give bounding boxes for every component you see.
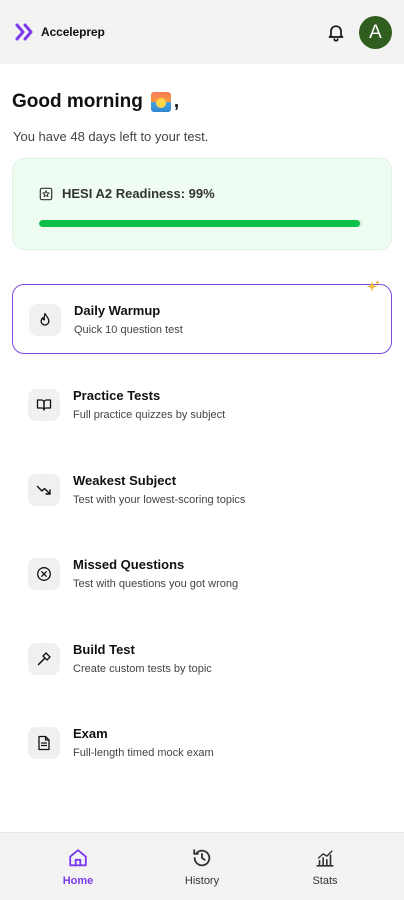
avatar[interactable]: A xyxy=(359,16,392,49)
sunrise-icon xyxy=(150,92,171,112)
menu-icon-box xyxy=(28,727,60,759)
nav-label: Stats xyxy=(312,875,338,887)
menu-subtitle: Create custom tests by topic xyxy=(73,663,212,675)
nav-history[interactable]: History xyxy=(162,847,242,887)
bottom-nav: Home History Stats xyxy=(0,832,404,900)
menu-icon-box xyxy=(28,474,60,506)
menu-title: Missed Questions xyxy=(73,557,185,572)
menu-icon-box xyxy=(29,304,61,336)
days-left-text: You have 48 days left to your test. xyxy=(13,129,209,144)
menu-subtitle: Quick 10 question test xyxy=(74,324,183,336)
document-icon xyxy=(38,735,50,751)
menu-icon-box xyxy=(28,643,60,675)
menu-title: Practice Tests xyxy=(73,388,161,403)
menu-title: Build Test xyxy=(73,642,135,657)
menu-item-weakest-subject[interactable]: Weakest Subject Test with your lowest-sc… xyxy=(12,455,392,525)
sparkle-icon xyxy=(366,280,380,292)
menu-subtitle: Full-length timed mock exam xyxy=(73,747,214,759)
nav-label: History xyxy=(184,875,220,887)
book-open-icon xyxy=(36,399,52,411)
menu-subtitle: Test with your lowest-scoring topics xyxy=(73,494,246,506)
menu-title: Exam xyxy=(73,726,108,741)
readiness-header: HESI A2 Readiness: 99% xyxy=(39,186,215,201)
readiness-progress-fill xyxy=(39,220,360,227)
bell-icon[interactable] xyxy=(326,22,346,42)
menu-item-practice-tests[interactable]: Practice Tests Full practice quizzes by … xyxy=(12,370,392,440)
menu-item-build-test[interactable]: Build Test Create custom tests by topic xyxy=(12,624,392,694)
readiness-card: HESI A2 Readiness: 99% xyxy=(12,158,392,250)
menu-item-exam[interactable]: Exam Full-length timed mock exam xyxy=(12,708,392,778)
menu-item-missed-questions[interactable]: Missed Questions Test with questions you… xyxy=(12,539,392,609)
nav-home[interactable]: Home xyxy=(38,847,118,887)
menu-subtitle: Full practice quizzes by subject xyxy=(73,409,226,421)
greeting-heading: Good morning , xyxy=(12,91,179,113)
x-circle-icon xyxy=(37,567,51,581)
menu-title: Weakest Subject xyxy=(73,473,177,488)
readiness-progress-bar xyxy=(39,220,363,227)
app-screen: Acceleprep A Good morning , You have 48 … xyxy=(0,0,404,900)
menu-title: Daily Warmup xyxy=(74,303,161,318)
menu-item-daily-warmup[interactable]: Daily Warmup Quick 10 question test xyxy=(12,284,392,354)
double-chevron-logo-icon xyxy=(15,23,33,41)
readiness-label: HESI A2 Readiness: 99% xyxy=(62,186,215,201)
menu-subtitle: Test with questions you got wrong xyxy=(73,578,239,590)
nav-stats[interactable]: Stats xyxy=(285,847,365,887)
home-icon xyxy=(69,849,87,867)
flame-icon xyxy=(40,312,50,326)
menu-icon-box xyxy=(28,389,60,421)
brand[interactable]: Acceleprep xyxy=(15,23,105,41)
history-icon xyxy=(193,849,211,867)
badge-star-icon xyxy=(39,187,53,200)
top-header: Acceleprep A xyxy=(0,0,404,64)
app-name: Acceleprep xyxy=(41,25,105,39)
trending-down-icon xyxy=(36,485,51,495)
stats-icon xyxy=(316,850,334,867)
nav-label: Home xyxy=(62,875,94,887)
hammer-icon xyxy=(37,652,51,666)
greeting-text: Good morning xyxy=(12,91,143,112)
greeting-punctuation: , xyxy=(173,91,180,112)
menu-icon-box xyxy=(28,558,60,590)
avatar-initial: A xyxy=(369,21,382,43)
